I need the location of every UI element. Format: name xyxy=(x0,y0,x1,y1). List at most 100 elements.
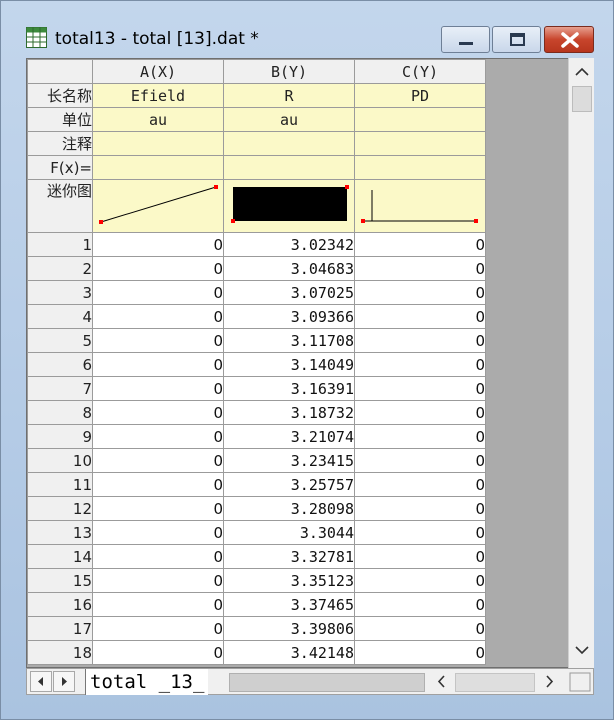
row-number[interactable]: 17 xyxy=(27,616,93,641)
comments-a[interactable] xyxy=(92,131,224,156)
cell-c[interactable]: 0 xyxy=(354,616,486,641)
cell-c[interactable]: 0 xyxy=(354,544,486,569)
horizontal-scroll-track[interactable] xyxy=(455,673,535,692)
cell-c[interactable]: 0 xyxy=(354,496,486,521)
cell-b[interactable]: 3.14049 xyxy=(223,352,355,377)
cell-b[interactable]: 3.23415 xyxy=(223,448,355,473)
cell-c[interactable]: 0 xyxy=(354,568,486,593)
cell-c[interactable]: 0 xyxy=(354,424,486,449)
scroll-right-icon[interactable] xyxy=(538,671,560,692)
row-number[interactable]: 15 xyxy=(27,568,93,593)
units-a[interactable]: au xyxy=(92,107,224,132)
row-number[interactable]: 9 xyxy=(27,424,93,449)
row-number[interactable]: 4 xyxy=(27,304,93,329)
vertical-scroll-thumb[interactable] xyxy=(572,86,592,112)
cell-a[interactable]: 0 xyxy=(92,280,224,305)
sparkline-b[interactable] xyxy=(223,179,355,233)
scroll-down-icon[interactable] xyxy=(573,642,591,658)
cell-b[interactable]: 3.37465 xyxy=(223,592,355,617)
row-number[interactable]: 6 xyxy=(27,352,93,377)
worksheet-grid[interactable]: A(X) B(Y) C(Y) 长名称 Efield R PD 单位 au au … xyxy=(26,58,594,668)
maximize-button[interactable] xyxy=(492,26,541,53)
cell-c[interactable]: 0 xyxy=(354,400,486,425)
long-name-b[interactable]: R xyxy=(223,83,355,108)
cell-b[interactable]: 3.42148 xyxy=(223,640,355,665)
cell-a[interactable]: 0 xyxy=(92,424,224,449)
row-number[interactable]: 12 xyxy=(27,496,93,521)
long-name-a[interactable]: Efield xyxy=(92,83,224,108)
cell-c[interactable]: 0 xyxy=(354,640,486,665)
cell-c[interactable]: 0 xyxy=(354,256,486,281)
sparkline-c[interactable] xyxy=(354,179,486,233)
row-number[interactable]: 2 xyxy=(27,256,93,281)
cell-b[interactable]: 3.16391 xyxy=(223,376,355,401)
comments-c[interactable] xyxy=(354,131,486,156)
cell-a[interactable]: 0 xyxy=(92,616,224,641)
sparkline-a[interactable] xyxy=(92,179,224,233)
column-header-a[interactable]: A(X) xyxy=(92,59,224,84)
cell-c[interactable]: 0 xyxy=(354,472,486,497)
cell-b[interactable]: 3.18732 xyxy=(223,400,355,425)
units-c[interactable] xyxy=(354,107,486,132)
row-number[interactable]: 7 xyxy=(27,376,93,401)
cell-a[interactable]: 0 xyxy=(92,256,224,281)
cell-b[interactable]: 3.39806 xyxy=(223,616,355,641)
cell-b[interactable]: 3.35123 xyxy=(223,568,355,593)
row-number[interactable]: 1 xyxy=(27,232,93,257)
scroll-up-icon[interactable] xyxy=(573,64,591,80)
row-number[interactable]: 13 xyxy=(27,520,93,545)
row-number[interactable]: 16 xyxy=(27,592,93,617)
comments-b[interactable] xyxy=(223,131,355,156)
cell-b[interactable]: 3.3044 xyxy=(223,520,355,545)
cell-a[interactable]: 0 xyxy=(92,520,224,545)
fx-b[interactable] xyxy=(223,155,355,180)
cell-b[interactable]: 3.25757 xyxy=(223,472,355,497)
cell-b[interactable]: 3.32781 xyxy=(223,544,355,569)
cell-b[interactable]: 3.04683 xyxy=(223,256,355,281)
cell-a[interactable]: 0 xyxy=(92,400,224,425)
cell-a[interactable]: 0 xyxy=(92,496,224,521)
row-number[interactable]: 5 xyxy=(27,328,93,353)
column-header-b[interactable]: B(Y) xyxy=(223,59,355,84)
cell-c[interactable]: 0 xyxy=(354,280,486,305)
row-number[interactable]: 10 xyxy=(27,448,93,473)
cell-c[interactable]: 0 xyxy=(354,328,486,353)
sheet-tab-total-13[interactable]: total _13_ xyxy=(85,669,209,695)
row-number[interactable]: 3 xyxy=(27,280,93,305)
column-header-c[interactable]: C(Y) xyxy=(354,59,486,84)
cell-a[interactable]: 0 xyxy=(92,592,224,617)
fx-c[interactable] xyxy=(354,155,486,180)
close-button[interactable] xyxy=(544,26,594,53)
units-b[interactable]: au xyxy=(223,107,355,132)
cell-a[interactable]: 0 xyxy=(92,448,224,473)
cell-c[interactable]: 0 xyxy=(354,448,486,473)
scroll-left-icon[interactable] xyxy=(431,671,453,692)
cell-a[interactable]: 0 xyxy=(92,568,224,593)
minimize-button[interactable] xyxy=(441,26,490,53)
cell-b[interactable]: 3.09366 xyxy=(223,304,355,329)
row-number[interactable]: 11 xyxy=(27,472,93,497)
long-name-c[interactable]: PD xyxy=(354,83,486,108)
cell-b[interactable]: 3.07025 xyxy=(223,280,355,305)
fx-a[interactable] xyxy=(92,155,224,180)
cell-c[interactable]: 0 xyxy=(354,304,486,329)
cell-a[interactable]: 0 xyxy=(92,352,224,377)
cell-c[interactable]: 0 xyxy=(354,352,486,377)
cell-a[interactable]: 0 xyxy=(92,544,224,569)
next-sheet-button[interactable] xyxy=(53,671,75,692)
cell-b[interactable]: 3.11708 xyxy=(223,328,355,353)
row-number[interactable]: 8 xyxy=(27,400,93,425)
title-bar[interactable]: total13 - total [13].dat * xyxy=(1,1,613,53)
row-number[interactable]: 18 xyxy=(27,640,93,665)
cell-a[interactable]: 0 xyxy=(92,304,224,329)
select-all-corner[interactable] xyxy=(27,59,93,84)
cell-a[interactable]: 0 xyxy=(92,328,224,353)
cell-c[interactable]: 0 xyxy=(354,232,486,257)
row-number[interactable]: 14 xyxy=(27,544,93,569)
resize-grip-icon[interactable] xyxy=(568,671,592,693)
cell-a[interactable]: 0 xyxy=(92,232,224,257)
cell-c[interactable]: 0 xyxy=(354,592,486,617)
cell-a[interactable]: 0 xyxy=(92,376,224,401)
cell-b[interactable]: 3.21074 xyxy=(223,424,355,449)
vertical-scrollbar[interactable] xyxy=(568,58,594,668)
